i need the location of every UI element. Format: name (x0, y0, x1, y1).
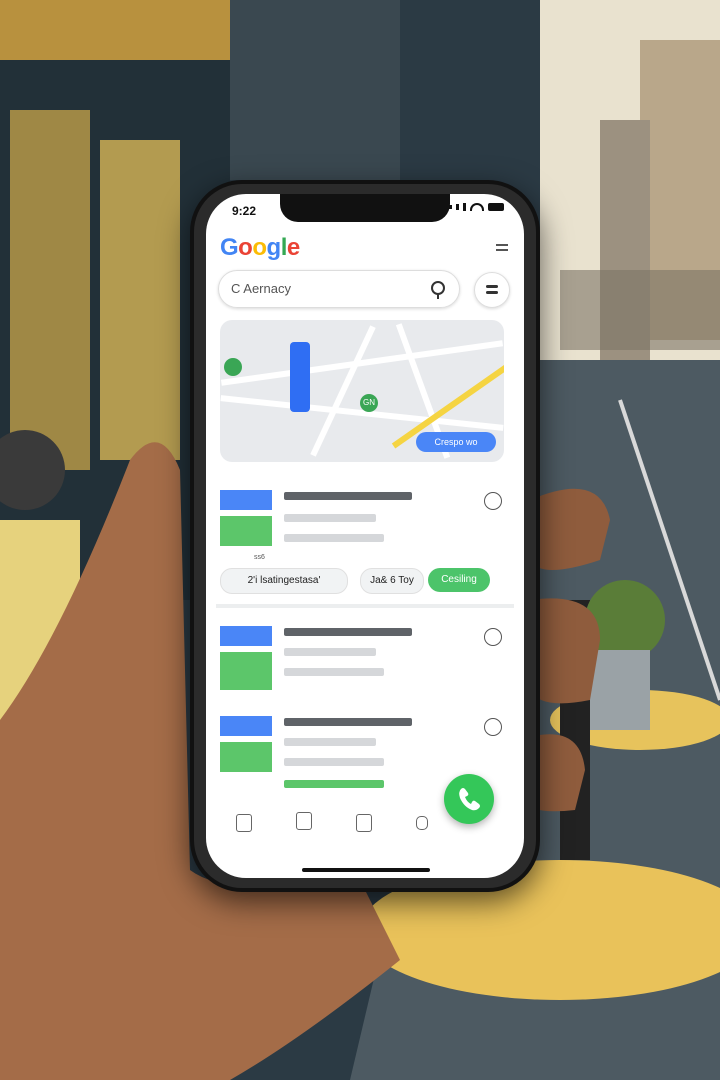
result-card-1[interactable]: ss6 2'i lsatingestasa' Ja& 6 Toy Cesilin… (220, 486, 510, 596)
bookmark-icon[interactable] (296, 812, 312, 830)
chip-3[interactable]: Cesiling (428, 568, 490, 592)
phone-icon (459, 788, 480, 811)
phone-screen: 9:22 Google C Aernacy GN Crespo wo ss6 2… (206, 194, 524, 878)
result-card-2[interactable] (220, 622, 510, 702)
more-icon[interactable] (484, 628, 502, 646)
sub-label: ss6 (254, 554, 265, 561)
person-icon[interactable] (416, 816, 428, 830)
home-icon[interactable] (236, 814, 252, 832)
google-logo: Google (220, 234, 300, 261)
menu-icon[interactable] (496, 244, 508, 254)
map-chip[interactable]: Crespo wo (416, 432, 496, 452)
more-icon[interactable] (484, 492, 502, 510)
phone-notch (280, 194, 450, 222)
wifi-icon (470, 203, 484, 211)
map-view[interactable]: GN Crespo wo (220, 320, 504, 462)
home-indicator (302, 868, 430, 872)
divider (216, 604, 514, 608)
map-marker-green[interactable] (224, 358, 242, 376)
background-scene: 9:22 Google C Aernacy GN Crespo wo ss6 2… (0, 0, 720, 1080)
map-pin-gn[interactable]: GN (360, 394, 378, 412)
chip-2[interactable]: Ja& 6 Toy (360, 568, 424, 594)
call-button[interactable] (444, 774, 494, 824)
status-time: 9:22 (232, 204, 257, 218)
battery-icon (488, 203, 504, 211)
search-value: C Aernacy (231, 281, 291, 296)
status-icons (449, 203, 504, 211)
phone-device: 9:22 Google C Aernacy GN Crespo wo ss6 2… (190, 180, 540, 892)
map-marker-blue[interactable] (290, 342, 310, 412)
lock-icon[interactable] (356, 814, 372, 832)
more-icon[interactable] (484, 718, 502, 736)
search-input[interactable]: C Aernacy (218, 270, 460, 308)
chip-1[interactable]: 2'i lsatingestasa' (220, 568, 348, 594)
filter-icon[interactable] (474, 272, 510, 308)
search-icon[interactable] (431, 281, 445, 299)
